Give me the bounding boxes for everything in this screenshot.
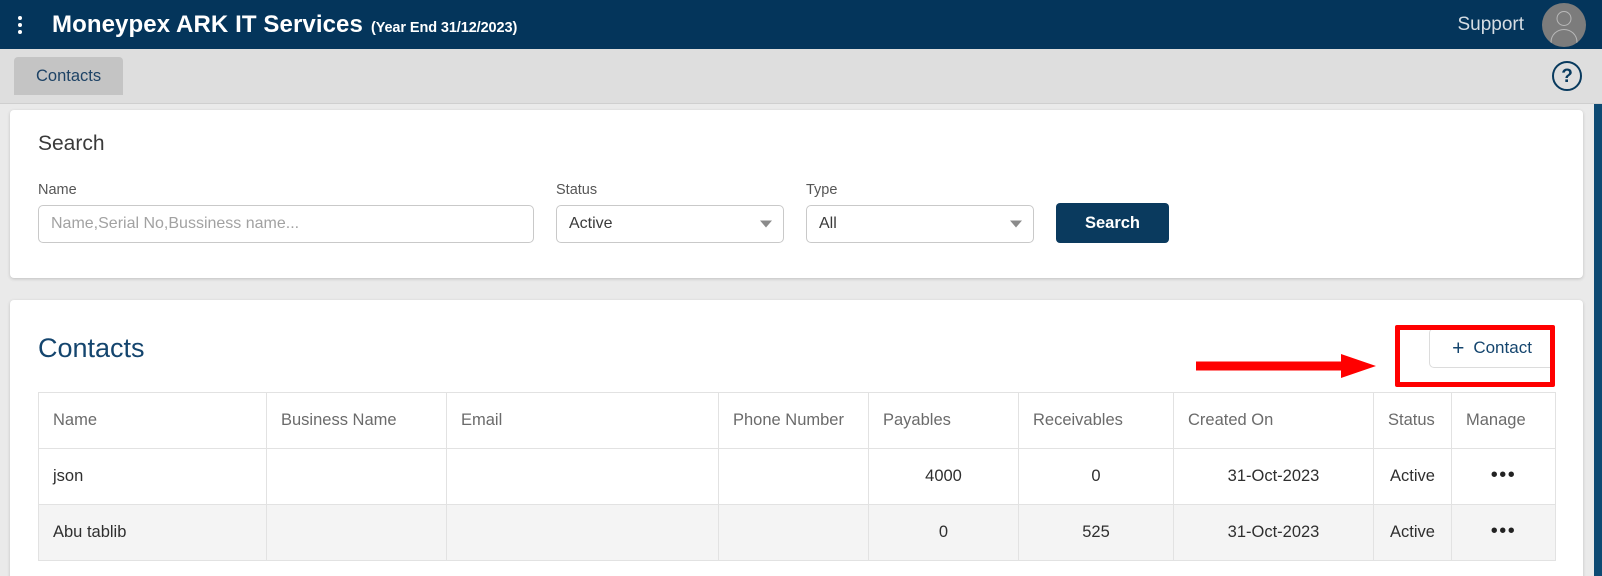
search-panel-title: Search bbox=[38, 132, 105, 155]
cell-receivables: 0 bbox=[1018, 448, 1174, 505]
cell-created-on: 31-Oct-2023 bbox=[1173, 448, 1374, 505]
table-row[interactable]: Abu tablib 0 525 31-Oct-2023 Active ••• bbox=[38, 504, 1556, 561]
cell-name: Abu tablib bbox=[38, 504, 267, 561]
search-filters: Name Status Active Type bbox=[38, 182, 1555, 243]
contacts-panel: Contacts + Contact Name Business Name Em bbox=[10, 300, 1583, 576]
name-field-label: Name bbox=[38, 182, 77, 198]
status-select-value: Active bbox=[569, 215, 613, 232]
type-select-wrap: All bbox=[806, 205, 1034, 243]
type-select[interactable]: All bbox=[806, 205, 1034, 243]
brand: Moneypex ARK IT Services (Year End 31/12… bbox=[52, 11, 517, 39]
contacts-table-head: Name Business Name Email Phone Number Pa… bbox=[38, 392, 1556, 449]
status-select[interactable]: Active bbox=[556, 205, 784, 243]
contacts-table-body: json 4000 0 31-Oct-2023 Active ••• Abu t… bbox=[38, 448, 1556, 561]
avatar[interactable] bbox=[1542, 2, 1586, 47]
header-right-group: Support bbox=[1457, 2, 1602, 47]
col-payables: Payables bbox=[868, 392, 1019, 449]
type-field-label: Type bbox=[806, 182, 838, 198]
add-contact-button[interactable]: + Contact bbox=[1429, 328, 1555, 368]
avatar-head-icon bbox=[1556, 10, 1572, 26]
tab-contacts-label: Contacts bbox=[36, 66, 102, 85]
col-status: Status bbox=[1373, 392, 1452, 449]
col-email: Email bbox=[446, 392, 719, 449]
col-name: Name bbox=[38, 392, 267, 449]
table-row[interactable]: json 4000 0 31-Oct-2023 Active ••• bbox=[38, 448, 1556, 505]
type-field-group: Type All bbox=[806, 182, 1034, 243]
page-body: Search Name Status Active Ty bbox=[0, 104, 1602, 576]
col-business-name: Business Name bbox=[266, 392, 447, 449]
status-badge: Active bbox=[1373, 504, 1452, 561]
cell-business-name bbox=[266, 448, 447, 505]
cell-email bbox=[446, 504, 719, 561]
col-receivables: Receivables bbox=[1018, 392, 1174, 449]
tab-contacts[interactable]: Contacts bbox=[14, 57, 124, 95]
col-phone-number: Phone Number bbox=[718, 392, 869, 449]
plus-icon: + bbox=[1452, 336, 1465, 360]
search-panel: Search Name Status Active Ty bbox=[10, 110, 1583, 278]
top-header-bar: Moneypex ARK IT Services (Year End 31/12… bbox=[0, 0, 1602, 49]
contacts-panel-header: Contacts + Contact bbox=[38, 326, 1555, 370]
cell-email bbox=[446, 448, 719, 505]
status-badge: Active bbox=[1373, 448, 1452, 505]
app-window: Moneypex ARK IT Services (Year End 31/12… bbox=[0, 0, 1602, 576]
search-name-input[interactable] bbox=[38, 205, 534, 243]
kebab-dot bbox=[18, 22, 22, 27]
add-contact-button-label: Contact bbox=[1473, 338, 1532, 357]
search-button[interactable]: Search bbox=[1056, 203, 1169, 243]
contacts-table: Name Business Name Email Phone Number Pa… bbox=[38, 392, 1556, 561]
table-header-row: Name Business Name Email Phone Number Pa… bbox=[38, 392, 1556, 449]
cell-payables: 0 bbox=[868, 504, 1019, 561]
kebab-menu-icon[interactable] bbox=[6, 15, 34, 34]
status-field-group: Status Active bbox=[556, 182, 784, 243]
cell-phone-number bbox=[718, 504, 869, 561]
type-select-value: All bbox=[819, 215, 837, 232]
tab-bar: Contacts ? bbox=[0, 49, 1602, 104]
cell-phone-number bbox=[718, 448, 869, 505]
help-question-icon[interactable]: ? bbox=[1552, 61, 1582, 91]
row-actions-menu-icon[interactable]: ••• bbox=[1491, 520, 1517, 542]
cell-payables: 4000 bbox=[868, 448, 1019, 505]
kebab-dot bbox=[18, 29, 22, 34]
cell-created-on: 31-Oct-2023 bbox=[1173, 504, 1374, 561]
col-created-on: Created On bbox=[1173, 392, 1374, 449]
name-field-group: Name bbox=[38, 182, 534, 243]
col-manage: Manage bbox=[1451, 392, 1556, 449]
year-end-label: (Year End 31/12/2023) bbox=[370, 19, 518, 36]
page-title: Contacts bbox=[38, 332, 145, 363]
cell-business-name bbox=[266, 504, 447, 561]
kebab-dot bbox=[18, 15, 22, 20]
support-link[interactable]: Support bbox=[1457, 14, 1524, 36]
status-select-wrap: Active bbox=[556, 205, 784, 243]
avatar-body-icon bbox=[1550, 28, 1578, 47]
cell-name: json bbox=[38, 448, 267, 505]
cell-receivables: 525 bbox=[1018, 504, 1174, 561]
right-edge-rail bbox=[1594, 104, 1602, 576]
company-title: Moneypex ARK IT Services bbox=[52, 10, 363, 38]
status-field-label: Status bbox=[556, 182, 598, 198]
row-actions-menu-icon[interactable]: ••• bbox=[1491, 464, 1517, 486]
